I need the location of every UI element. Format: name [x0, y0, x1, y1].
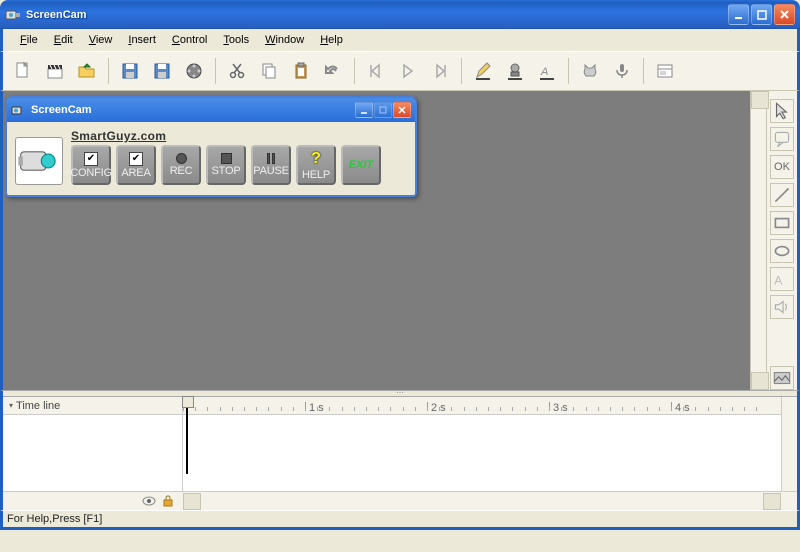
timeline-hscrollbar[interactable]: [183, 492, 781, 510]
tool-clapper[interactable]: [41, 57, 69, 85]
tool-paste[interactable]: [287, 57, 315, 85]
timeline-ruler: 1 s 2 s 3 s 4 s: [183, 397, 781, 415]
tool-prev[interactable]: [362, 57, 390, 85]
menu-window[interactable]: Window: [258, 32, 311, 48]
tool-stamp[interactable]: [501, 57, 529, 85]
playhead[interactable]: [186, 397, 188, 474]
right-toolbox: OK A: [766, 91, 797, 390]
screencam-float-window: ScreenCam SmartGuyz.com CONFIG AREA REC: [5, 96, 417, 197]
float-minimize-button[interactable]: [355, 102, 373, 118]
status-text: For Help,Press [F1]: [7, 513, 102, 525]
line-tool[interactable]: [770, 183, 794, 207]
image-tool[interactable]: [770, 366, 794, 390]
brand-label: SmartGuyz.com: [71, 129, 407, 143]
float-app-icon: [11, 103, 26, 118]
config-button[interactable]: CONFIG: [71, 145, 111, 185]
float-title: ScreenCam: [31, 104, 355, 116]
tool-mic[interactable]: [608, 57, 636, 85]
sound-tool[interactable]: [770, 295, 794, 319]
text-tool[interactable]: A: [770, 267, 794, 291]
main-toolbar: A: [0, 51, 800, 91]
tool-open[interactable]: [73, 57, 101, 85]
lock-icon[interactable]: [161, 494, 175, 508]
timeline-panel: Time line 1 s 2 s 3 s 4 s: [0, 390, 800, 510]
float-titlebar[interactable]: ScreenCam: [7, 98, 415, 122]
tool-properties[interactable]: [651, 57, 679, 85]
tool-copy[interactable]: [255, 57, 283, 85]
tool-text[interactable]: A: [533, 57, 561, 85]
menu-help[interactable]: Help: [313, 32, 350, 48]
menu-view[interactable]: View: [82, 32, 120, 48]
tool-cat[interactable]: [576, 57, 604, 85]
canvas-vscrollbar[interactable]: [750, 91, 766, 390]
ellipse-tool[interactable]: [770, 239, 794, 263]
tool-next[interactable]: [426, 57, 454, 85]
timeline-label[interactable]: Time line: [3, 397, 182, 415]
minimize-button[interactable]: [728, 4, 749, 25]
exit-button[interactable]: EXIT: [341, 145, 381, 185]
menu-control[interactable]: Control: [165, 32, 214, 48]
stop-button[interactable]: STOP: [206, 145, 246, 185]
window-titlebar: ScreenCam: [0, 0, 800, 29]
menu-insert[interactable]: Insert: [121, 32, 163, 48]
tool-save-2[interactable]: [148, 57, 176, 85]
pointer-tool[interactable]: [770, 99, 794, 123]
timeline-vscrollbar[interactable]: [781, 397, 797, 491]
tool-play[interactable]: [394, 57, 422, 85]
pause-button[interactable]: PAUSE: [251, 145, 291, 185]
canvas-area[interactable]: ScreenCam SmartGuyz.com CONFIG AREA REC: [3, 91, 750, 390]
menu-tools[interactable]: Tools: [216, 32, 256, 48]
rec-button[interactable]: REC: [161, 145, 201, 185]
menubar: File Edit View Insert Control Tools Wind…: [0, 29, 800, 51]
area-button[interactable]: AREA: [116, 145, 156, 185]
help-button[interactable]: ?HELP: [296, 145, 336, 185]
tool-cut[interactable]: [223, 57, 251, 85]
close-button[interactable]: [774, 4, 795, 25]
tool-film-reel[interactable]: [180, 57, 208, 85]
float-close-button[interactable]: [393, 102, 411, 118]
visibility-icon[interactable]: [142, 494, 156, 508]
tool-new[interactable]: [9, 57, 37, 85]
tool-save-1[interactable]: [116, 57, 144, 85]
rect-tool[interactable]: [770, 211, 794, 235]
window-title: ScreenCam: [26, 9, 728, 21]
app-icon: [5, 7, 21, 23]
timeline-track-area[interactable]: 1 s 2 s 3 s 4 s: [183, 397, 781, 491]
svg-text:A: A: [774, 274, 783, 288]
camcorder-icon: [15, 137, 63, 185]
callout-tool[interactable]: [770, 127, 794, 151]
svg-text:A: A: [540, 66, 548, 78]
menu-file[interactable]: File: [13, 32, 45, 48]
menu-edit[interactable]: Edit: [47, 32, 80, 48]
ok-tool[interactable]: OK: [770, 155, 794, 179]
maximize-button[interactable]: [751, 4, 772, 25]
tool-pencil[interactable]: [469, 57, 497, 85]
float-maximize-button: [374, 102, 392, 118]
statusbar: For Help,Press [F1]: [0, 510, 800, 530]
tool-undo[interactable]: [319, 57, 347, 85]
